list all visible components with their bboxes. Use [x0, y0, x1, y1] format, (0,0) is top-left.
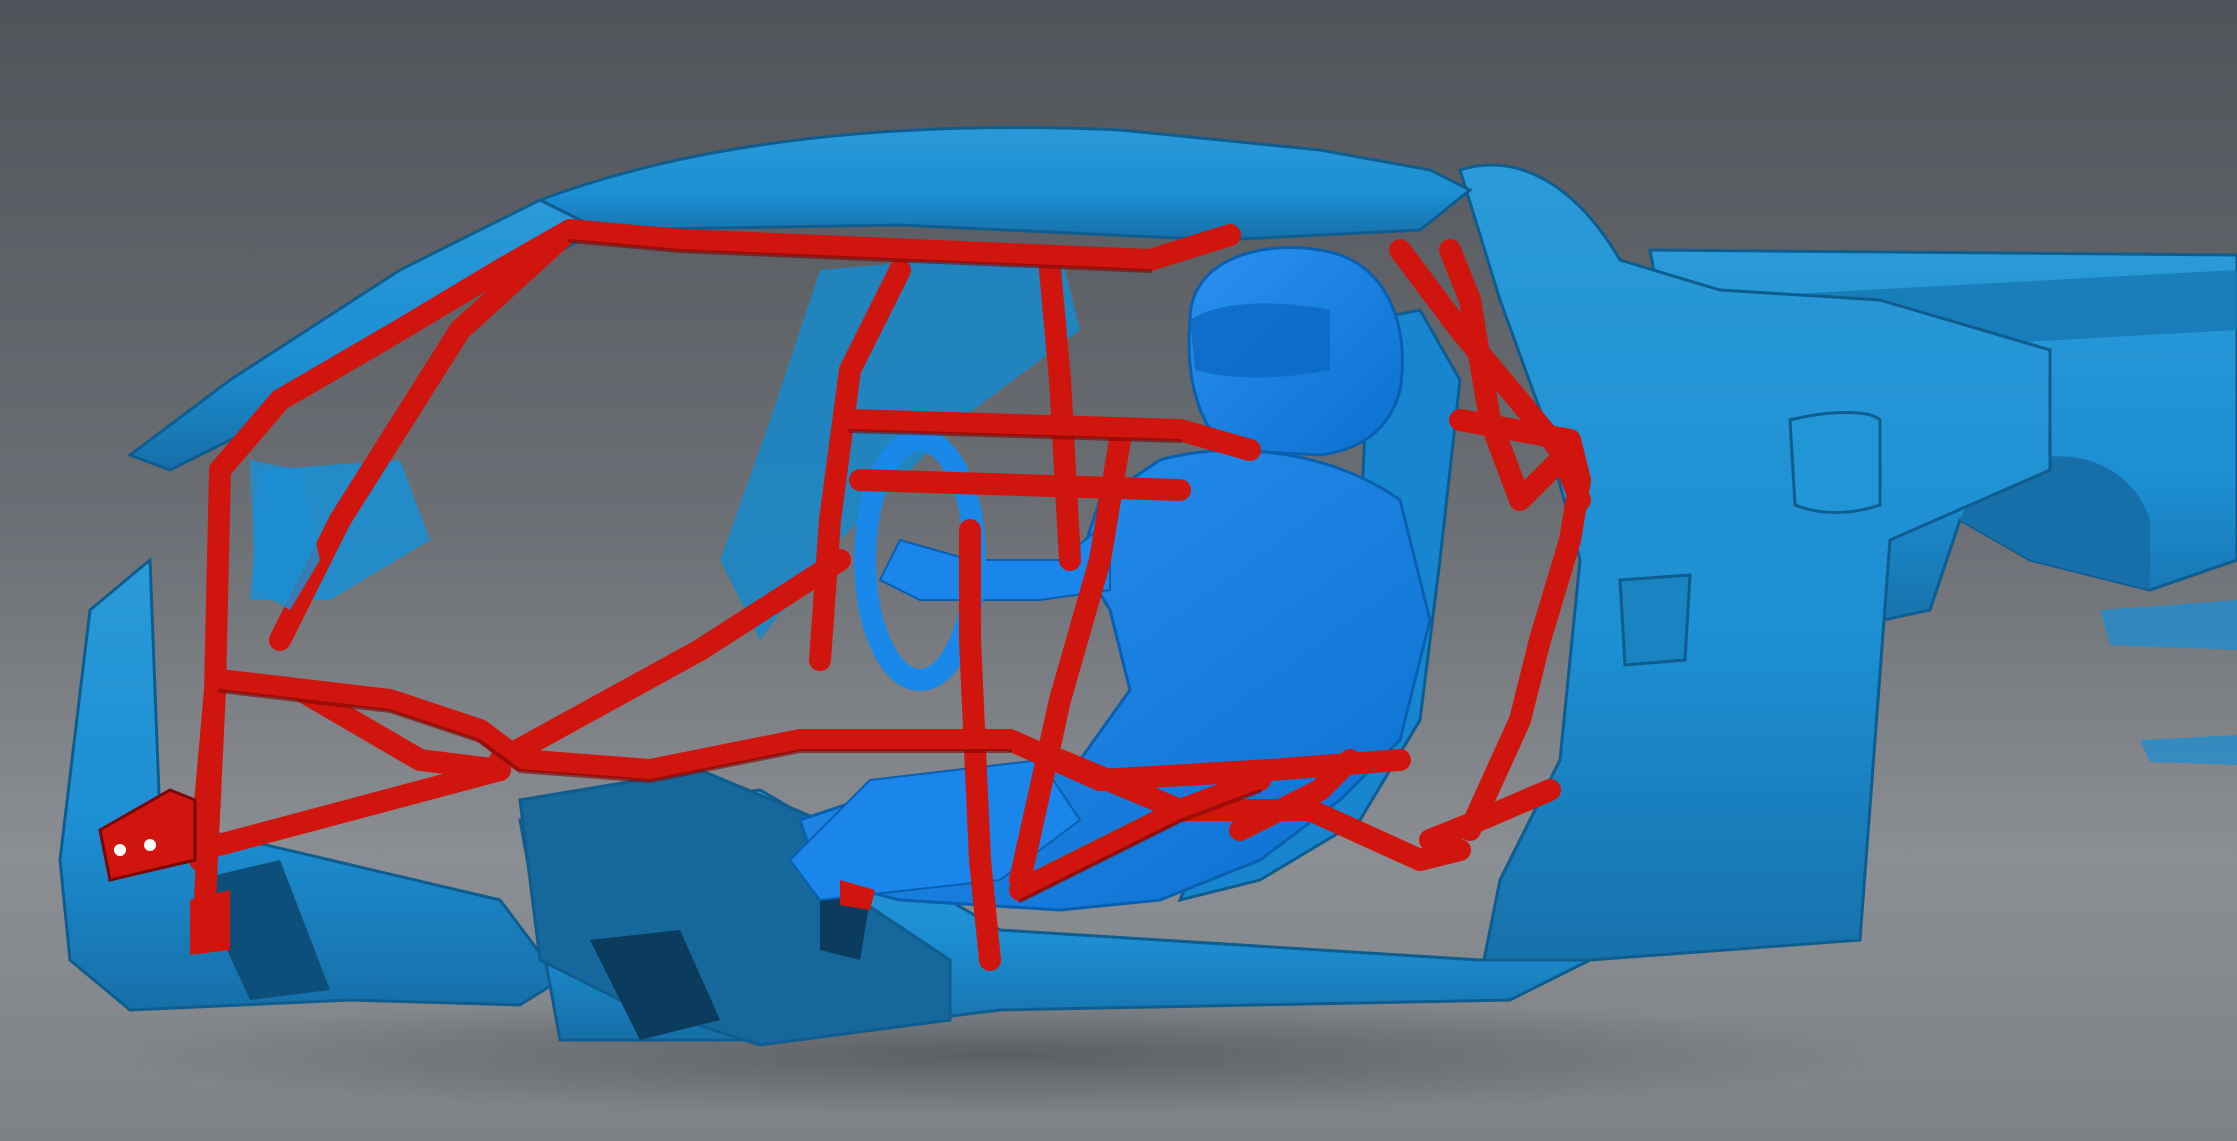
roof — [536, 126, 1473, 242]
cage-lower-front — [189, 759, 511, 861]
mount-hole-2 — [144, 839, 156, 851]
fuel-door — [1788, 411, 1882, 514]
helmet-visor — [1190, 303, 1330, 378]
scan-scene — [58, 126, 2237, 1115]
cage-door-bar-upper — [489, 549, 851, 771]
door-handle-recess — [1618, 573, 1692, 667]
cage-mount-bracket-lower — [190, 890, 230, 955]
mount-hole-1 — [114, 844, 126, 856]
rear-scatter — [2100, 600, 2237, 765]
ground-shadow — [100, 995, 1900, 1115]
3d-viewport[interactable] — [0, 0, 2237, 1141]
cage-front-leg — [189, 679, 226, 871]
cage-cross-mid — [849, 469, 1191, 501]
